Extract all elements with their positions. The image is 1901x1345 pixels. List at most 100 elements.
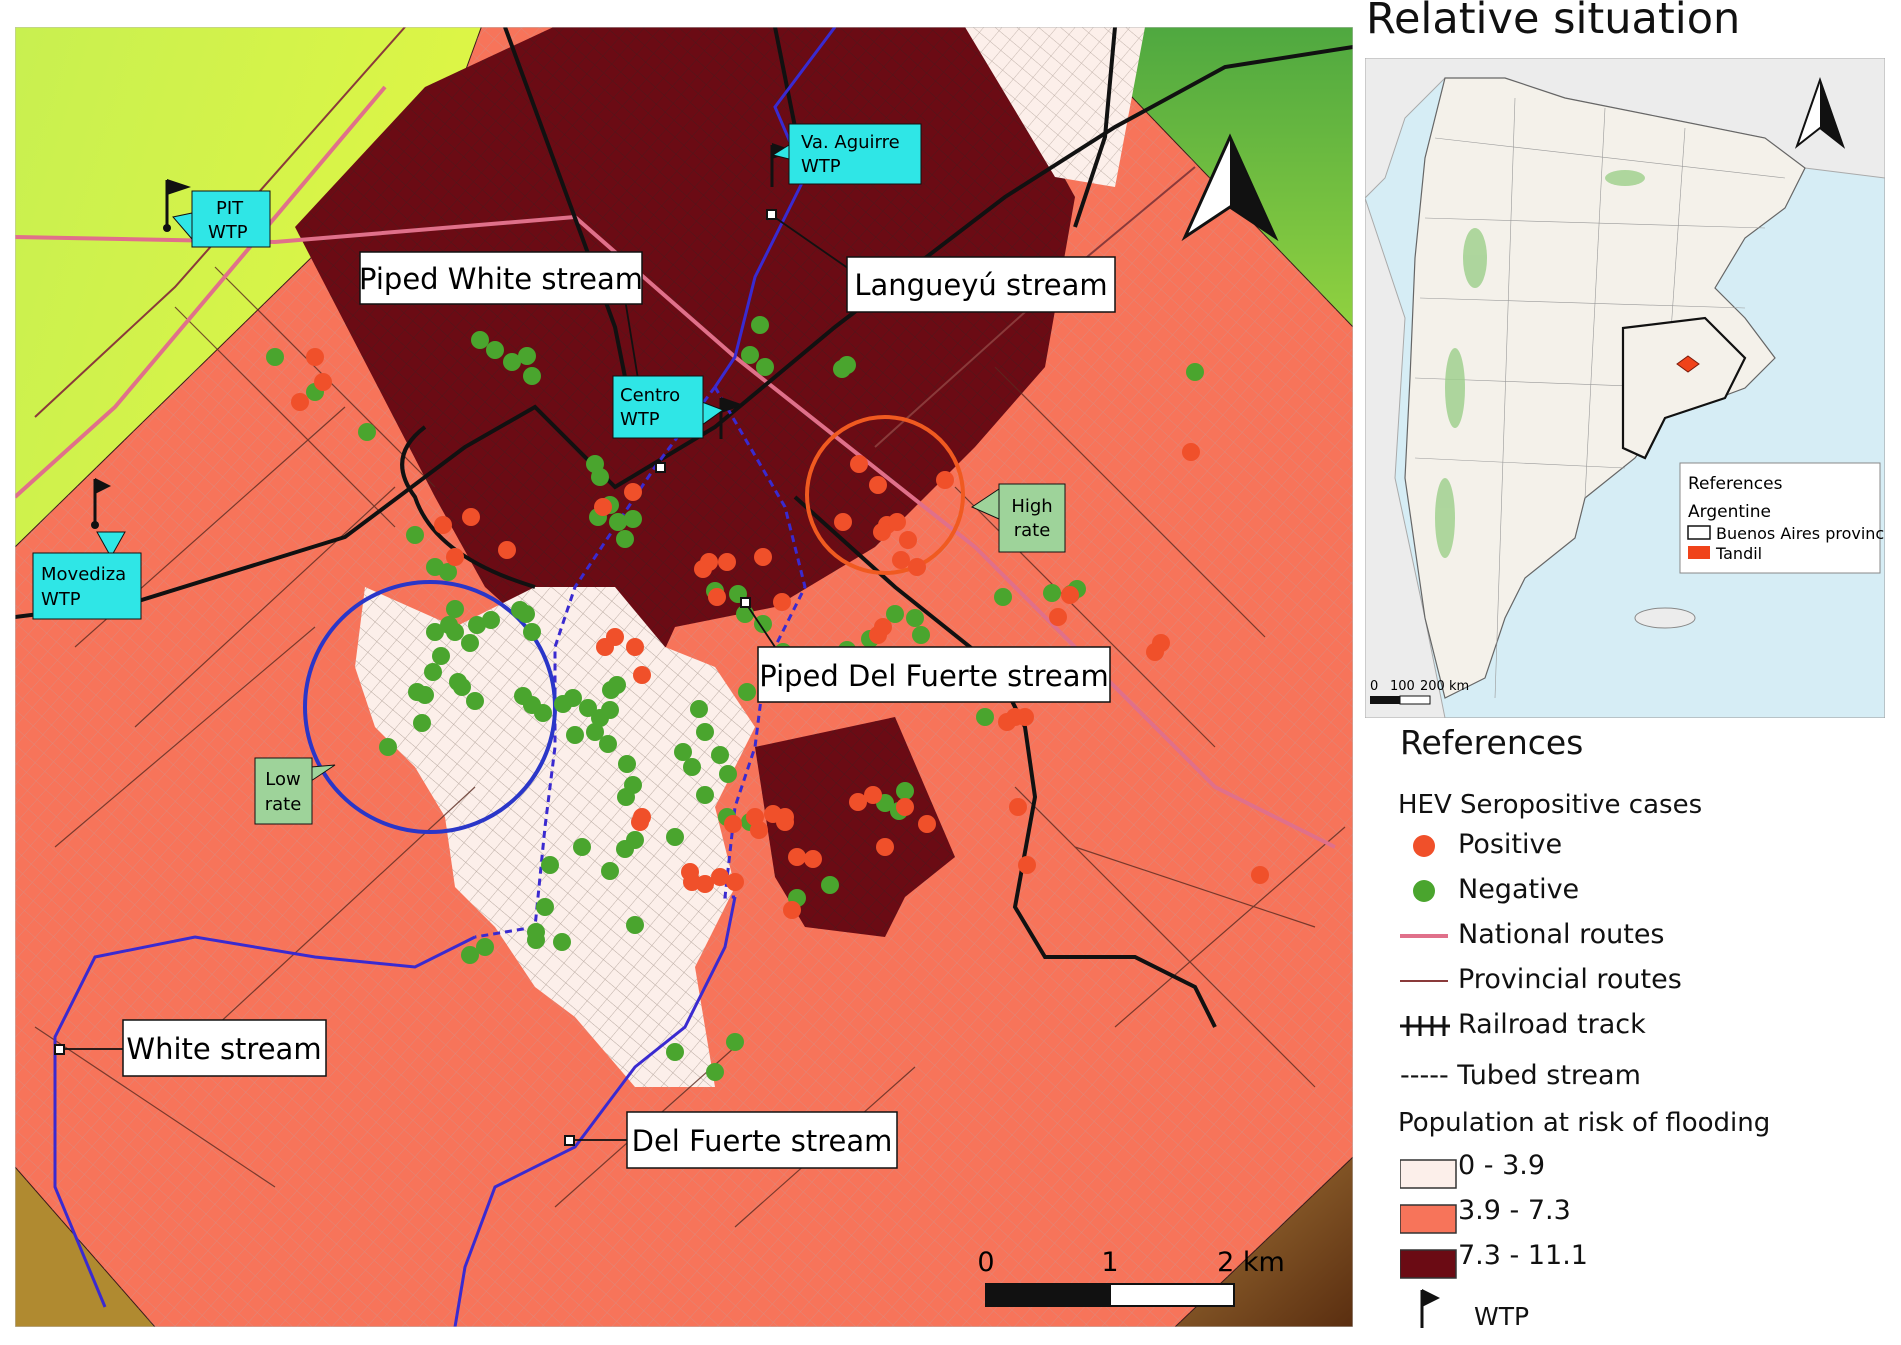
svg-text:Argentine: Argentine — [1688, 502, 1771, 522]
positive-case-point — [1006, 708, 1024, 726]
svg-text:2 km: 2 km — [1217, 1247, 1285, 1278]
legend-title: References — [1400, 723, 1584, 762]
positive-case-point — [888, 513, 906, 531]
positive-case-point — [626, 638, 644, 656]
negative-case-point — [696, 723, 714, 741]
svg-text:PIT: PIT — [216, 198, 244, 219]
negative-case-point — [609, 513, 627, 531]
svg-text:Va. Aguirre: Va. Aguirre — [801, 132, 900, 153]
negative-case-point — [527, 931, 545, 949]
positive-case-point — [724, 815, 742, 833]
svg-text:0: 0 — [977, 1247, 994, 1278]
positive-case-point — [864, 786, 882, 804]
legend-wtp: WTP — [1474, 1302, 1530, 1331]
positive-case-point — [1009, 798, 1027, 816]
positive-case-point — [746, 808, 764, 826]
negative-case-point — [517, 605, 535, 623]
negative-case-point — [1043, 584, 1061, 602]
positive-case-point — [1018, 856, 1036, 874]
negative-case-point — [553, 933, 571, 951]
positive-case-point — [726, 873, 744, 891]
negative-case-point — [756, 358, 774, 376]
negative-case-point — [616, 530, 634, 548]
negative-case-point — [536, 898, 554, 916]
positive-case-point — [1251, 866, 1269, 884]
negative-case-point — [413, 714, 431, 732]
svg-text:References: References — [1688, 474, 1783, 494]
negative-case-point — [601, 862, 619, 880]
negative-case-point — [711, 746, 729, 764]
label-white-stream: White stream — [122, 1019, 327, 1077]
negative-case-point — [471, 331, 489, 349]
positive-case-point — [850, 455, 868, 473]
positive-case-point — [314, 373, 332, 391]
negative-case-point — [379, 738, 397, 756]
positive-case-point — [873, 523, 891, 541]
negative-case-point — [266, 348, 284, 366]
negative-case-point — [541, 856, 559, 874]
positive-case-point — [876, 838, 894, 856]
negative-case-point — [591, 468, 609, 486]
negative-case-point — [440, 616, 458, 634]
negative-case-point — [608, 676, 626, 694]
label-langueyu-stream: Langueyú stream — [846, 256, 1116, 313]
positive-case-point — [908, 558, 926, 576]
positive-case-point — [918, 815, 936, 833]
positive-case-point — [708, 588, 726, 606]
legend-hev-title: HEV Seropositive cases — [1398, 790, 1703, 820]
negative-case-point — [906, 609, 924, 627]
positive-case-point — [1049, 608, 1067, 626]
negative-case-point — [719, 765, 737, 783]
positive-case-point — [306, 348, 324, 366]
positive-case-point — [434, 516, 452, 534]
svg-text:rate: rate — [265, 794, 302, 815]
positive-case-point — [834, 513, 852, 531]
legend-railroad-icon — [1400, 1016, 1450, 1036]
legend-positive-icon — [1413, 835, 1435, 857]
negative-case-point — [408, 683, 426, 701]
positive-case-point — [896, 798, 914, 816]
positive-case-point — [804, 850, 822, 868]
negative-case-point — [896, 782, 914, 800]
positive-case-point — [899, 531, 917, 549]
main-map[interactable]: Piped White stream Langueyú stream Piped… — [15, 27, 1353, 1327]
svg-text:White stream: White stream — [126, 1032, 321, 1066]
inset-map[interactable]: References Argentine Buenos Aires provin… — [1365, 58, 1885, 718]
negative-case-point — [599, 735, 617, 753]
inset-legend: References Argentine Buenos Aires provin… — [1679, 462, 1885, 574]
svg-text:0: 0 — [1370, 679, 1378, 694]
positive-case-point — [869, 476, 887, 494]
negative-case-point — [601, 701, 619, 719]
negative-case-point — [482, 611, 500, 629]
negative-case-point — [466, 692, 484, 710]
label-wtp-aguirre: Va. Aguirre WTP — [771, 123, 922, 185]
svg-text:WTP: WTP — [208, 222, 248, 243]
negative-case-point — [461, 634, 479, 652]
legend-class-mid: 3.9 - 7.3 — [1458, 1195, 1571, 1226]
svg-text:Del Fuerte stream: Del Fuerte stream — [632, 1124, 893, 1158]
svg-text:Centro: Centro — [620, 385, 680, 406]
negative-case-point — [518, 347, 536, 365]
positive-case-point — [681, 863, 699, 881]
negative-case-point — [446, 600, 464, 618]
legend-class-low-icon — [1400, 1159, 1457, 1189]
negative-case-point — [616, 840, 634, 858]
positive-case-point — [291, 393, 309, 411]
legend-provincial-routes: Provincial routes — [1458, 964, 1682, 995]
positive-case-point — [1182, 443, 1200, 461]
negative-case-point — [738, 683, 756, 701]
negative-case-point — [523, 623, 541, 641]
svg-text:Tandil: Tandil — [1715, 544, 1762, 563]
negative-case-point — [912, 626, 930, 644]
legend-tubed-stream: ----- Tubed stream — [1400, 1060, 1641, 1091]
svg-text:1: 1 — [1101, 1247, 1118, 1278]
negative-case-point — [424, 663, 442, 681]
positive-case-point — [462, 508, 480, 526]
legend-national-routes: National routes — [1458, 919, 1665, 950]
positive-case-point — [606, 628, 624, 646]
negative-case-point — [976, 708, 994, 726]
legend-flood-title: Population at risk of flooding — [1398, 1108, 1771, 1138]
positive-case-point — [776, 808, 794, 826]
negative-case-point — [666, 828, 684, 846]
legend-wtp-flag-icon — [1420, 1289, 1440, 1328]
